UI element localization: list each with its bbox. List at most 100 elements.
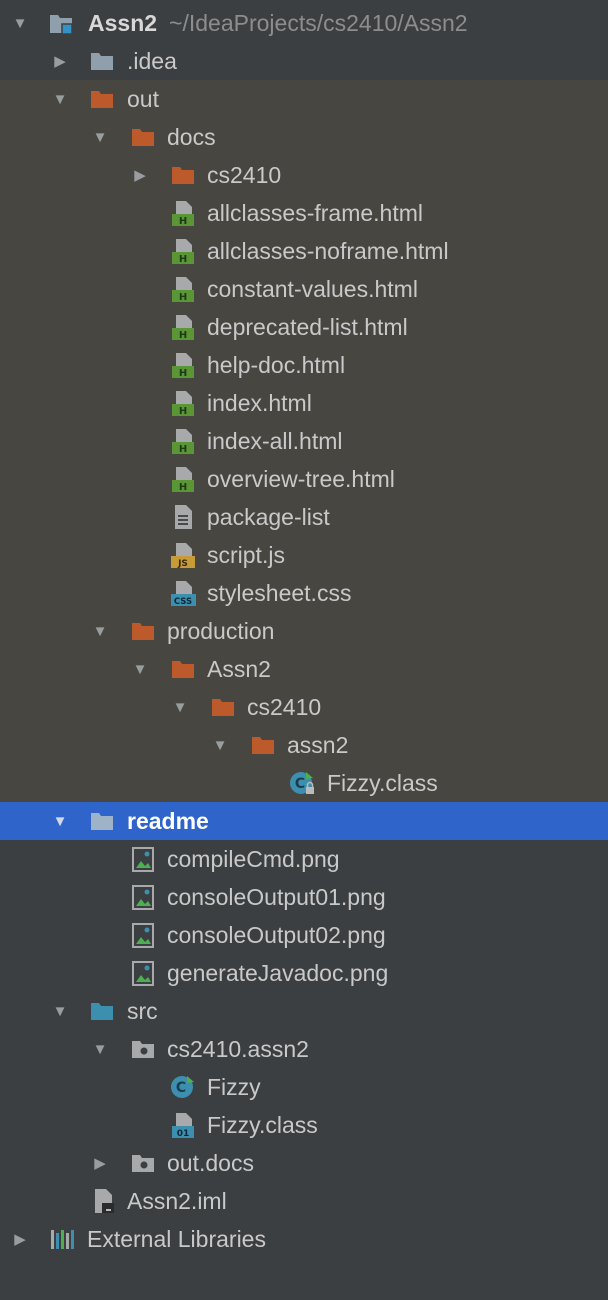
tree-row-docs-cs2410[interactable]: ▶ cs2410 — [0, 156, 608, 194]
tree-row-file[interactable]: H help-doc.html — [0, 346, 608, 384]
file-label: Assn2.iml — [127, 1188, 227, 1214]
tree-row-file[interactable]: H allclasses-noframe.html — [0, 232, 608, 270]
class-file-locked-icon: C — [290, 772, 314, 794]
expanded-arrow-icon[interactable]: ▼ — [10, 13, 30, 33]
folder-label: .idea — [127, 48, 177, 74]
libraries-icon — [51, 1230, 74, 1249]
tree-row-file[interactable]: CSS stylesheet.css — [0, 574, 608, 612]
file-label: index.html — [207, 390, 312, 416]
folder-label: production — [167, 618, 275, 644]
tree-row-file[interactable]: H index-all.html — [0, 422, 608, 460]
svg-text:C: C — [176, 1080, 186, 1096]
file-label: deprecated-list.html — [207, 314, 408, 340]
svg-text:H: H — [179, 368, 187, 378]
tree-row-idea[interactable]: ▶ .idea — [0, 42, 608, 80]
tree-row-file[interactable]: generateJavadoc.png — [0, 954, 608, 992]
package-icon — [132, 1155, 154, 1172]
expanded-arrow-icon[interactable]: ▼ — [210, 735, 230, 755]
expanded-arrow-icon[interactable]: ▼ — [50, 1001, 70, 1021]
svg-text:H: H — [179, 482, 187, 492]
tree-row-file[interactable]: H allclasses-frame.html — [0, 194, 608, 232]
expanded-arrow-icon[interactable]: ▼ — [90, 127, 110, 147]
file-label: stylesheet.css — [207, 580, 352, 606]
svg-text:H: H — [179, 444, 187, 454]
svg-text:H: H — [179, 254, 187, 264]
tree-row-file[interactable]: 01 Fizzy.class — [0, 1106, 608, 1144]
tree-row-production[interactable]: ▼ production — [0, 612, 608, 650]
tree-row-package[interactable]: ▶ out.docs — [0, 1144, 608, 1182]
tree-row-file[interactable]: consoleOutput01.png — [0, 878, 608, 916]
folder-label: docs — [167, 124, 216, 150]
html-file-icon: H — [172, 391, 194, 416]
text-file-icon — [175, 505, 192, 529]
file-label: overview-tree.html — [207, 466, 395, 492]
tree-row-class[interactable]: C Fizzy — [0, 1068, 608, 1106]
file-label: Fizzy — [207, 1074, 261, 1100]
svg-text:C: C — [295, 776, 305, 792]
tree-row-docs[interactable]: ▼ docs — [0, 118, 608, 156]
file-label: consoleOutput01.png — [167, 884, 386, 910]
image-file-icon — [132, 961, 154, 986]
tree-row-file[interactable]: H deprecated-list.html — [0, 308, 608, 346]
tree-row-production-cs2410[interactable]: ▼ cs2410 — [0, 688, 608, 726]
tree-row-file[interactable]: H constant-values.html — [0, 270, 608, 308]
expanded-arrow-icon[interactable]: ▼ — [50, 811, 70, 831]
folder-label: out — [127, 86, 159, 112]
tree-row-production-assn2[interactable]: ▼ Assn2 — [0, 650, 608, 688]
folder-icon — [91, 813, 113, 830]
collapsed-arrow-icon[interactable]: ▶ — [130, 165, 150, 185]
html-file-icon: H — [172, 201, 194, 226]
project-module-icon — [50, 15, 73, 35]
package-icon — [132, 1041, 154, 1058]
excluded-folder-icon — [172, 661, 194, 678]
excluded-folder-icon — [172, 167, 194, 184]
file-label: allclasses-frame.html — [207, 200, 423, 226]
javascript-file-icon: JS — [171, 543, 195, 568]
folder-label: readme — [127, 808, 209, 834]
tree-row-file[interactable]: H index.html — [0, 384, 608, 422]
tree-row-file[interactable]: C Fizzy.class — [0, 764, 608, 802]
tree-row-project-root[interactable]: ▼ Assn2 ~/IdeaProjects/cs2410/Assn2 — [0, 4, 608, 42]
svg-text:H: H — [179, 292, 187, 302]
expanded-arrow-icon[interactable]: ▼ — [50, 89, 70, 109]
html-file-icon: H — [172, 277, 194, 302]
file-label: script.js — [207, 542, 285, 568]
tree-row-file[interactable]: Assn2.iml — [0, 1182, 608, 1220]
tree-row-file[interactable]: H overview-tree.html — [0, 460, 608, 498]
tree-row-file[interactable]: JS script.js — [0, 536, 608, 574]
image-file-icon — [132, 923, 154, 948]
collapsed-arrow-icon[interactable]: ▶ — [90, 1153, 110, 1173]
project-label: Assn2 ~/IdeaProjects/cs2410/Assn2 — [88, 11, 468, 35]
tree-row-package[interactable]: ▼ cs2410.assn2 — [0, 1030, 608, 1068]
tree-row-file[interactable]: compileCmd.png — [0, 840, 608, 878]
package-label: out.docs — [167, 1150, 254, 1176]
html-file-icon: H — [172, 239, 194, 264]
file-label: generateJavadoc.png — [167, 960, 389, 986]
html-file-icon: H — [172, 429, 194, 454]
collapsed-arrow-icon[interactable]: ▶ — [10, 1229, 30, 1249]
tree-row-src[interactable]: ▼ src — [0, 992, 608, 1030]
tree-row-out[interactable]: ▼ out — [0, 80, 608, 118]
excluded-folder-icon — [212, 699, 234, 716]
tree-row-production-assn2-pkg[interactable]: ▼ assn2 — [0, 726, 608, 764]
external-libraries-label: External Libraries — [87, 1226, 266, 1252]
java-class-icon: C — [171, 1076, 194, 1098]
tree-row-file[interactable]: consoleOutput02.png — [0, 916, 608, 954]
tree-row-file[interactable]: package-list — [0, 498, 608, 536]
collapsed-arrow-icon[interactable]: ▶ — [50, 51, 70, 71]
excluded-folder-icon — [132, 129, 154, 146]
expanded-arrow-icon[interactable]: ▼ — [130, 659, 150, 679]
folder-label: Assn2 — [207, 656, 271, 682]
folder-label: src — [127, 998, 158, 1024]
expanded-arrow-icon[interactable]: ▼ — [170, 697, 190, 717]
image-file-icon — [132, 847, 154, 872]
svg-text:H: H — [179, 216, 187, 226]
expanded-arrow-icon[interactable]: ▼ — [90, 621, 110, 641]
tree-row-external-libraries[interactable]: ▶ External Libraries — [0, 1220, 608, 1258]
file-label: help-doc.html — [207, 352, 346, 378]
file-label: package-list — [207, 504, 330, 530]
svg-text:CSS: CSS — [174, 597, 192, 606]
tree-row-readme[interactable]: ▼ readme — [0, 802, 608, 840]
expanded-arrow-icon[interactable]: ▼ — [90, 1039, 110, 1059]
project-name: Assn2 — [88, 10, 158, 36]
